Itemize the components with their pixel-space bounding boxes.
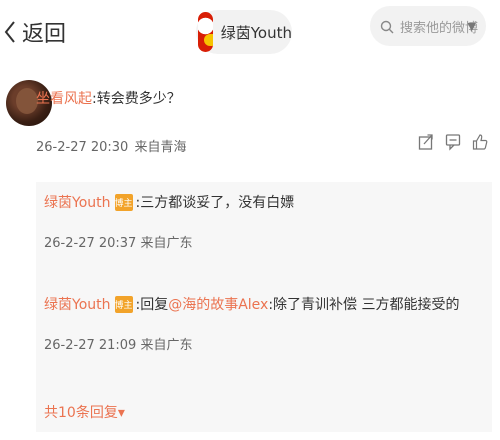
reply-prefix: :回复	[135, 297, 169, 313]
profile-name: 绿茵Youth	[220, 23, 292, 42]
profile-avatar	[198, 12, 213, 52]
back-label: 返回	[22, 22, 67, 47]
reply-time: 26-2-27 20:37	[44, 236, 137, 251]
reply-location: 来自广东	[140, 338, 193, 353]
search-box[interactable]: 搜索他的微博 ▼	[370, 6, 486, 46]
comment-location: 来自青海	[134, 140, 187, 155]
reply-username[interactable]: 绿茵Youth	[44, 294, 111, 314]
top-nav-bar: 返回 绿茵Youth 搜索他的微博 ▼	[0, 0, 500, 64]
reply-meta: 26-2-27 20:37 来自广东	[44, 232, 294, 251]
comment-meta: 26-2-27 20:30 来自青海	[36, 136, 187, 155]
search-dropdown-caret[interactable]: ▼	[468, 20, 476, 33]
reply-text: 绿茵Youth 博主 :三方都谈妥了，没有白嫖	[44, 192, 294, 212]
comment-text: 坐看风起:转会费多少？	[36, 88, 181, 108]
reply-body: :三方都谈妥了，没有白嫖	[135, 195, 295, 211]
back-button[interactable]: 返回	[0, 14, 66, 50]
reply-thread: 绿茵Youth 博主 :三方都谈妥了，没有白嫖 26-2-27 20:37 来自…	[36, 182, 492, 432]
reply-username[interactable]: 绿茵Youth	[44, 192, 111, 212]
comment-time: 26-2-27 20:30	[36, 140, 129, 155]
chevron-left-icon	[0, 14, 20, 50]
reply-mention-link[interactable]: @海的故事Alex	[168, 294, 268, 314]
like-icon[interactable]	[470, 130, 490, 154]
comment-icon[interactable]	[443, 130, 463, 154]
reply-time: 26-2-27 21:09	[44, 338, 137, 353]
search-placeholder: 搜索他的微博	[400, 20, 479, 36]
share-icon[interactable]	[416, 130, 436, 154]
reply-meta: 26-2-27 21:09 来自广东	[44, 334, 460, 353]
reply-text: 绿茵Youth 博主 :回复 @海的故事Alex:除了青训补偿 三方都能接受的	[44, 294, 460, 314]
comment-body: :转会费多少？	[92, 91, 181, 107]
more-replies-link[interactable]: 共10条回复▾	[44, 402, 125, 422]
author-badge: 博主	[114, 193, 133, 211]
reply-body: :除了青训补偿 三方都能接受的	[268, 297, 460, 313]
reply-location: 来自广东	[140, 236, 193, 251]
search-icon	[380, 19, 394, 34]
author-badge: 博主	[114, 295, 133, 313]
commenter-username[interactable]: 坐看风起	[36, 91, 92, 107]
profile-chip[interactable]: 绿茵Youth	[196, 10, 292, 54]
reply-item: 绿茵Youth 博主 :三方都谈妥了，没有白嫖 26-2-27 20:37 来自…	[44, 192, 294, 251]
comment-actions	[416, 130, 490, 154]
reply-item: 绿茵Youth 博主 :回复 @海的故事Alex:除了青训补偿 三方都能接受的 2…	[44, 294, 460, 353]
